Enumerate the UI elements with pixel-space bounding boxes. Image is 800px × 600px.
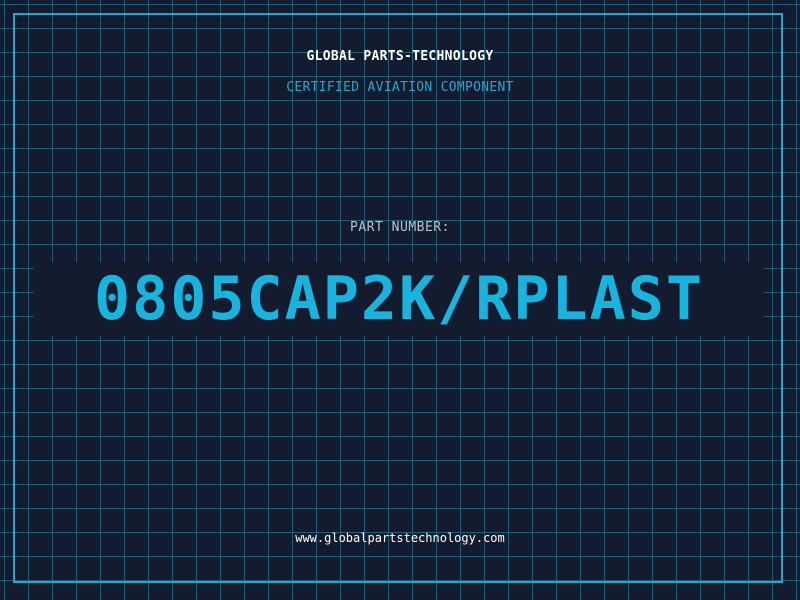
part-number-plate: 0805CAP2K/RPLAST xyxy=(34,262,764,336)
part-number-label: PART NUMBER: xyxy=(350,220,450,235)
blueprint-card: GLOBAL PARTS-TECHNOLOGY CERTIFIED AVIATI… xyxy=(0,0,800,600)
certification-subtitle: CERTIFIED AVIATION COMPONENT xyxy=(286,80,514,95)
company-name: GLOBAL PARTS-TECHNOLOGY xyxy=(306,49,494,64)
website-url: www.globalpartstechnology.com xyxy=(295,531,505,545)
part-number-value: 0805CAP2K/RPLAST xyxy=(94,264,704,334)
